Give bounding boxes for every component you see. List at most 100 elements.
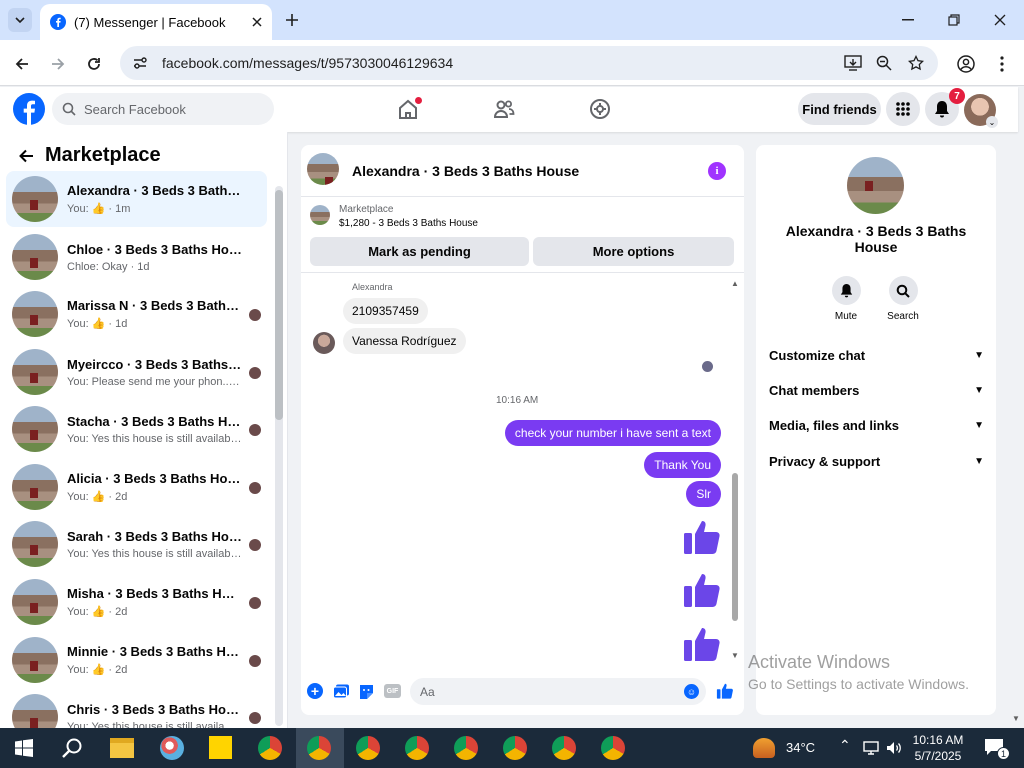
more-actions-icon[interactable]: + <box>307 683 323 699</box>
incoming-message[interactable]: 2109357459 <box>343 298 428 324</box>
conversation-item[interactable]: Minnie · 3 Beds 3 Baths House You: 👍 · 2d <box>6 632 267 688</box>
chrome-profile-icon[interactable] <box>601 736 625 760</box>
conversation-item[interactable]: Chris · 3 Beds 3 Baths House You: Yes thi… <box>6 689 267 728</box>
show-hidden-icons-chevron-icon[interactable]: ⌃ <box>839 737 851 754</box>
new-tab-button[interactable] <box>282 10 302 30</box>
conversation-info-button[interactable]: i <box>708 162 726 180</box>
account-avatar[interactable]: ⌄ <box>964 94 998 128</box>
facebook-search-input[interactable]: Search Facebook <box>52 93 274 125</box>
thumbs-up-icon[interactable] <box>682 570 722 610</box>
details-thumbnail[interactable] <box>847 157 904 214</box>
nav-friends[interactable] <box>488 95 520 123</box>
thumbs-up-icon[interactable] <box>682 624 722 664</box>
chrome-profile-icon[interactable] <box>454 736 478 760</box>
notifications-button[interactable]: 7 <box>925 88 965 126</box>
conversation-item[interactable]: Marissa N · 3 Beds 3 Baths H... You: 👍 · … <box>6 286 267 342</box>
chat-members-row[interactable]: Chat members ▼ <box>769 380 984 400</box>
reload-button[interactable] <box>82 52 106 76</box>
chrome-profile-icon[interactable] <box>405 736 429 760</box>
scroll-up-arrow-icon[interactable]: ▲ <box>731 279 739 288</box>
outgoing-message[interactable]: Slr <box>686 481 721 507</box>
chat-header-thumbnail[interactable] <box>307 153 339 185</box>
conversation-title: Alicia · 3 Beds 3 Baths House <box>67 471 242 486</box>
listing-price[interactable]: $1,280 - 3 Beds 3 Baths House <box>339 218 478 229</box>
url-bar[interactable]: facebook.com/messages/t/9573030046129634 <box>120 46 938 80</box>
conversation-thumbnail <box>12 637 58 683</box>
section-label: Customize chat <box>769 347 866 363</box>
thread-scrollbar[interactable]: ▲ ▼ <box>731 279 739 663</box>
site-info-icon[interactable] <box>132 55 148 71</box>
windows-start-icon[interactable] <box>15 739 33 757</box>
mark-as-pending-button[interactable]: Mark as pending <box>310 237 529 266</box>
send-like-icon[interactable] <box>716 682 734 700</box>
conversation-item[interactable]: Alicia · 3 Beds 3 Baths House You: 👍 · 2d <box>6 459 267 515</box>
conversation-item[interactable]: Chloe · 3 Beds 3 Baths House Chloe: Okay … <box>6 229 267 285</box>
weather-icon[interactable] <box>753 738 775 758</box>
notification-center-button[interactable]: 1 <box>984 738 1010 760</box>
gif-icon[interactable]: GIF <box>384 684 401 698</box>
facebook-logo[interactable] <box>13 93 45 125</box>
paint-app-icon[interactable] <box>160 736 184 760</box>
profile-button[interactable] <box>954 52 978 76</box>
incoming-message[interactable]: Vanessa Rodríguez <box>343 328 466 354</box>
close-tab-icon[interactable] <box>252 17 262 27</box>
media-files-links-row[interactable]: Media, files and links ▼ <box>769 415 984 435</box>
notification-center-badge: 1 <box>997 747 1010 760</box>
chrome-profile-icon[interactable] <box>503 736 527 760</box>
page-scroll-down-icon[interactable]: ▼ <box>1012 714 1020 723</box>
volume-icon[interactable] <box>886 741 902 755</box>
scrollbar-thumb[interactable] <box>275 190 283 420</box>
sticky-notes-icon[interactable] <box>209 736 232 759</box>
network-icon[interactable] <box>863 741 879 755</box>
customize-chat-row[interactable]: Customize chat ▼ <box>769 345 984 365</box>
browser-menu-button[interactable] <box>992 52 1012 76</box>
install-app-icon[interactable] <box>844 55 862 71</box>
menu-button[interactable] <box>886 92 920 126</box>
sticker-icon[interactable] <box>358 684 375 700</box>
search-icon[interactable] <box>61 737 83 759</box>
tab-search-button[interactable] <box>8 8 32 32</box>
nav-home[interactable] <box>392 95 424 123</box>
conversation-scrollbar[interactable] <box>275 186 283 726</box>
conversation-item[interactable]: Alexandra · 3 Beds 3 Baths House You: 👍 ·… <box>6 171 267 227</box>
privacy-support-row[interactable]: Privacy & support ▼ <box>769 451 984 471</box>
chrome-profile-icon[interactable] <box>307 736 331 760</box>
back-button[interactable] <box>10 52 34 76</box>
message-input[interactable]: Aa ☺ <box>410 678 706 705</box>
chrome-profile-icon[interactable] <box>552 736 576 760</box>
seen-avatar <box>249 367 261 379</box>
sender-avatar[interactable] <box>313 332 335 354</box>
back-to-chats-button[interactable] <box>14 144 38 168</box>
chat-header-title[interactable]: Alexandra · 3 Beds 3 Baths House <box>352 163 579 179</box>
bookmark-star-icon[interactable] <box>908 55 924 71</box>
conversation-item[interactable]: Sarah · 3 Beds 3 Baths House You: Yes thi… <box>6 516 267 572</box>
file-explorer-icon[interactable] <box>110 738 134 758</box>
nav-gaming[interactable] <box>584 95 616 123</box>
thumbs-up-icon[interactable] <box>682 517 722 557</box>
chrome-profile-icon[interactable] <box>356 736 380 760</box>
outgoing-message[interactable]: Thank You <box>644 452 721 478</box>
find-friends-button[interactable]: Find friends <box>798 93 881 125</box>
conversation-item[interactable]: Misha · 3 Beds 3 Baths House You: 👍 · 2d <box>6 574 267 630</box>
chrome-profile-icon[interactable] <box>258 736 282 760</box>
weather-temperature[interactable]: 34°C <box>786 740 815 755</box>
search-in-conversation-button[interactable]: Search <box>883 276 923 322</box>
photo-icon[interactable] <box>333 684 350 699</box>
close-window-button[interactable] <box>988 10 1012 30</box>
forward-button[interactable] <box>46 52 70 76</box>
message-composer: + GIF Aa ☺ <box>301 675 744 707</box>
outgoing-message[interactable]: check your number i have sent a text <box>504 420 721 446</box>
mute-button[interactable]: Mute <box>826 276 866 322</box>
conversation-item[interactable]: Myeircco · 3 Beds 3 Baths Ho... You: Plea… <box>6 344 267 400</box>
thread-scrollbar-thumb[interactable] <box>732 473 738 621</box>
listing-thumbnail[interactable] <box>310 205 330 225</box>
more-options-button[interactable]: More options <box>533 237 734 266</box>
clock[interactable]: 10:16 AM 5/7/2025 <box>908 732 968 764</box>
restore-button[interactable] <box>942 10 966 30</box>
scroll-down-arrow-icon[interactable]: ▼ <box>731 651 739 660</box>
emoji-icon[interactable]: ☺ <box>684 684 699 699</box>
conversation-item[interactable]: Stacha · 3 Beds 3 Baths House You: Yes th… <box>6 401 267 457</box>
browser-tab[interactable]: (7) Messenger | Facebook <box>40 4 272 40</box>
zoom-icon[interactable] <box>876 55 892 71</box>
minimize-button[interactable] <box>896 10 920 30</box>
